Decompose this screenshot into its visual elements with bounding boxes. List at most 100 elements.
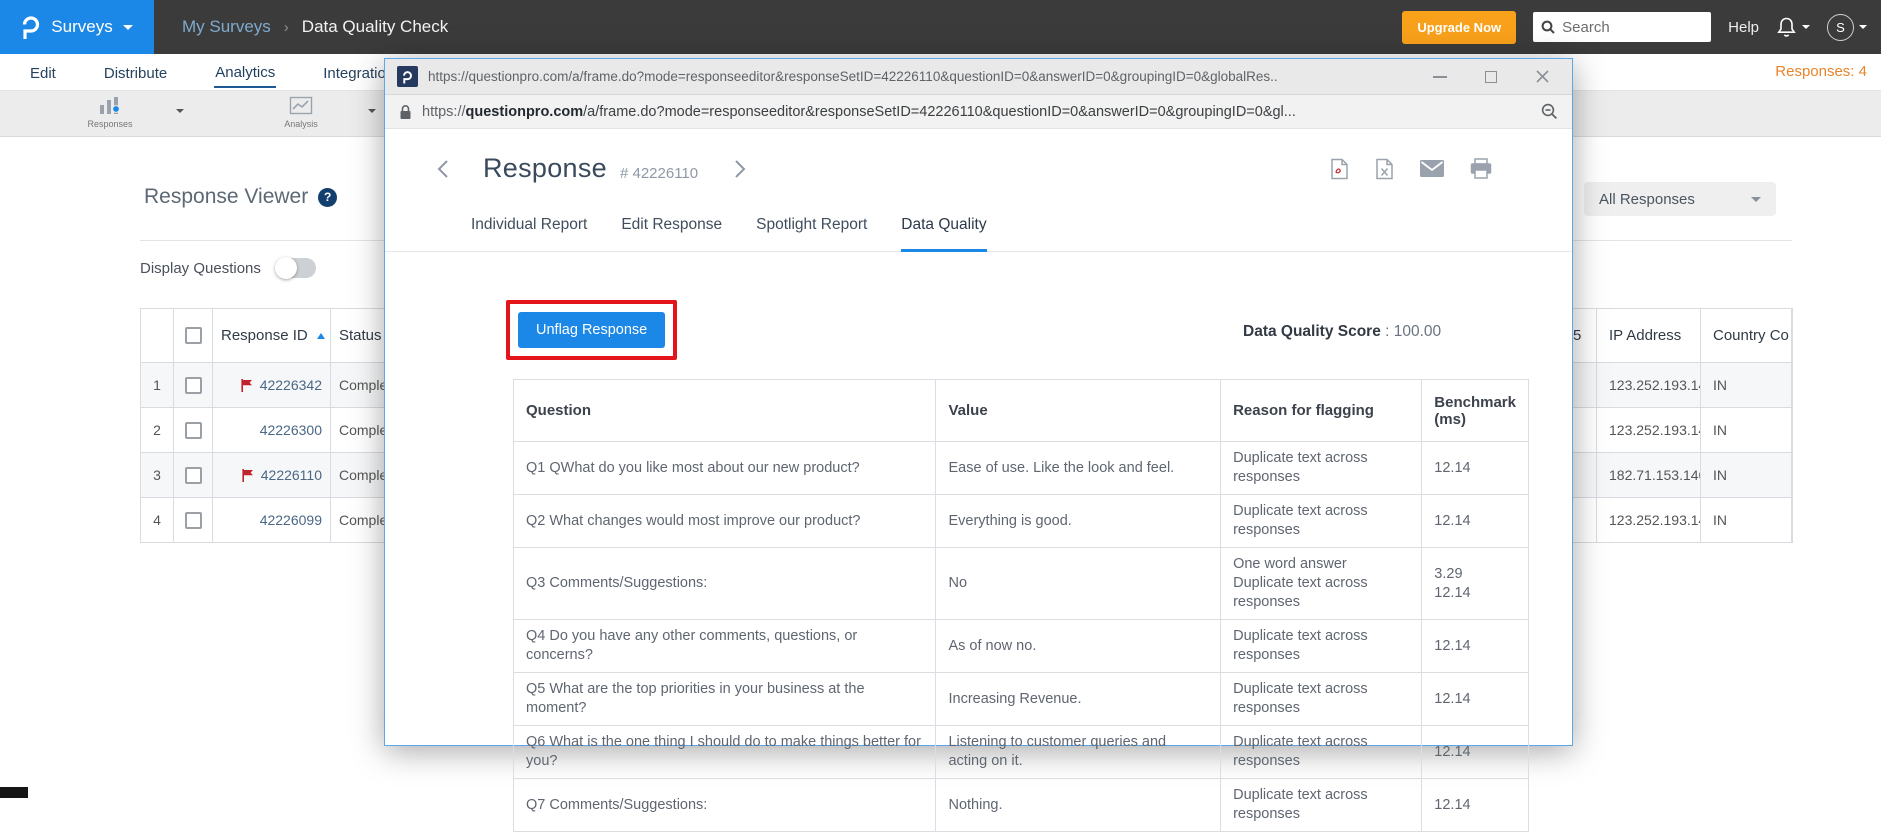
global-search[interactable] bbox=[1533, 12, 1712, 42]
responses-filter-dropdown[interactable]: All Responses bbox=[1584, 182, 1776, 216]
reason-cell: Duplicate text across responses bbox=[1220, 725, 1423, 779]
response-id-header[interactable]: Response ID bbox=[213, 309, 331, 363]
table-row[interactable]: 123.252.193.148 IN bbox=[1565, 498, 1792, 543]
response-id-link[interactable]: 42226099 bbox=[260, 512, 322, 528]
survey-tab[interactable]: Analytics bbox=[214, 56, 277, 88]
responses-table-right-body: 123.252.193.148 IN 123.252.193.148 IN 18… bbox=[1565, 363, 1792, 543]
search-input[interactable] bbox=[1562, 18, 1683, 36]
chevron-down-icon bbox=[122, 25, 133, 35]
table-row[interactable]: 123.252.193.148 IN bbox=[1565, 408, 1792, 453]
question-cell: Q4 Do you have any other comments, quest… bbox=[512, 619, 937, 673]
breadcrumb-current: Data Quality Check bbox=[301, 17, 449, 36]
benchmark-cell: 3.29 12.14 bbox=[1421, 547, 1529, 620]
breadcrumb-my-surveys[interactable]: My Surveys bbox=[182, 17, 271, 37]
select-all-checkbox[interactable] bbox=[184, 327, 202, 344]
response-nav: Response # 42226110 bbox=[433, 153, 1492, 184]
table-row[interactable]: 3 42226110 Comple bbox=[141, 453, 423, 498]
unflag-response-button[interactable]: Unflag Response bbox=[518, 312, 666, 348]
data-quality-score: Data Quality Score : 100.00 bbox=[1243, 323, 1441, 341]
row-checkbox[interactable] bbox=[184, 466, 202, 484]
chevron-down-icon[interactable] bbox=[176, 109, 184, 117]
export-excel-icon[interactable] bbox=[1375, 158, 1394, 180]
response-detail-tab[interactable]: Individual Report bbox=[471, 216, 587, 251]
value-cell: Listening to customer queries and acting… bbox=[935, 725, 1222, 779]
notifications-button[interactable] bbox=[1776, 16, 1810, 38]
ip-address-cell: 123.252.193.148 bbox=[1597, 408, 1701, 453]
responses-count: Responses: 4 bbox=[1775, 63, 1867, 80]
ip-address-header[interactable]: IP Address bbox=[1597, 309, 1701, 363]
table-row[interactable]: 123.252.193.148 IN bbox=[1565, 363, 1792, 408]
value-cell: No bbox=[935, 547, 1222, 620]
benchmark-cell: 12.14 bbox=[1421, 672, 1529, 726]
response-id-cell: 42226342 bbox=[213, 363, 331, 408]
response-id-cell: 42226110 bbox=[213, 453, 331, 498]
row-checkbox[interactable] bbox=[184, 376, 202, 394]
row-number: 4 bbox=[141, 498, 174, 543]
response-detail-tab[interactable]: Data Quality bbox=[901, 216, 987, 252]
data-quality-table: Question Value Reason for flagging Bench… bbox=[512, 379, 1529, 832]
display-questions-toggle[interactable] bbox=[274, 257, 316, 279]
zoom-out-icon[interactable] bbox=[1541, 103, 1558, 120]
chevron-down-icon bbox=[1751, 196, 1761, 207]
chevron-down-icon[interactable] bbox=[368, 109, 376, 117]
response-id-label: # 42226110 bbox=[619, 164, 699, 182]
quality-table-row: Q1 QWhat do you like most about our new … bbox=[512, 441, 1529, 495]
responses-chart-icon bbox=[98, 96, 122, 116]
response-title: Response bbox=[483, 153, 607, 183]
table-row[interactable]: 4 42226099 Comple bbox=[141, 498, 423, 543]
question-cell: Q1 QWhat do you like most about our new … bbox=[512, 441, 937, 495]
breadcrumb-separator-icon: › bbox=[283, 18, 289, 36]
export-pdf-icon[interactable] bbox=[1330, 158, 1349, 180]
value-header: Value bbox=[935, 379, 1222, 442]
annotation-highlight-box: Unflag Response bbox=[506, 300, 678, 360]
response-detail-tab[interactable]: Spotlight Report bbox=[756, 216, 867, 251]
account-menu[interactable]: S bbox=[1827, 13, 1867, 41]
row-checkbox[interactable] bbox=[184, 511, 202, 529]
country-code-cell: IN bbox=[1701, 408, 1792, 453]
questionpro-logo-icon bbox=[21, 14, 41, 40]
question-cell: Q3 Comments/Suggestions: bbox=[512, 547, 937, 620]
export-actions bbox=[1330, 158, 1492, 180]
next-response-button[interactable] bbox=[730, 155, 750, 183]
help-icon[interactable]: ? bbox=[318, 187, 338, 207]
response-id-link[interactable]: 42226110 bbox=[261, 467, 322, 483]
reason-cell: One word answer Duplicate text across res… bbox=[1220, 547, 1423, 620]
responses-tool-button[interactable]: Responses bbox=[55, 96, 165, 129]
page-title: Response Viewer ? bbox=[144, 185, 338, 209]
previous-response-button[interactable] bbox=[433, 155, 453, 183]
benchmark-cell: 12.14 bbox=[1421, 619, 1529, 673]
country-code-cell: IN bbox=[1701, 363, 1792, 408]
url-domain: questionpro.com bbox=[465, 103, 584, 120]
row-checkbox[interactable] bbox=[184, 421, 202, 439]
row-number: 2 bbox=[141, 408, 174, 453]
row-checkbox-cell bbox=[174, 498, 213, 543]
help-link[interactable]: Help bbox=[1728, 19, 1759, 36]
window-titlebar[interactable]: https://questionpro.com/a/frame.do?mode=… bbox=[385, 59, 1572, 95]
response-id-cell: 42226300 bbox=[213, 408, 331, 453]
country-code-header[interactable]: Country Co bbox=[1701, 309, 1792, 363]
surveys-menu[interactable]: Surveys bbox=[0, 0, 154, 54]
responses-table-right-header: 5 IP Address Country Co bbox=[1565, 309, 1792, 363]
survey-tab[interactable]: Edit bbox=[29, 57, 57, 87]
address-bar[interactable]: https://questionpro.com/a/frame.do?mode=… bbox=[385, 95, 1572, 129]
question-cell: Q7 Comments/Suggestions: bbox=[512, 778, 937, 832]
page-title-text: Response Viewer bbox=[144, 185, 309, 208]
email-icon[interactable] bbox=[1420, 160, 1444, 177]
maximize-button[interactable] bbox=[1483, 69, 1499, 85]
survey-tab[interactable]: Distribute bbox=[103, 57, 168, 87]
corner-widget bbox=[0, 787, 28, 798]
minimize-button[interactable] bbox=[1432, 69, 1448, 85]
response-detail-tab[interactable]: Edit Response bbox=[621, 216, 722, 251]
response-id-link[interactable]: 42226300 bbox=[260, 422, 322, 438]
response-id-link[interactable]: 42226342 bbox=[260, 377, 322, 393]
responses-filter-value: All Responses bbox=[1599, 190, 1695, 208]
response-editor-content: Response # 42226110 Individual Report Ed… bbox=[385, 129, 1572, 832]
response-detail-tabs: Individual Report Edit Response Spotligh… bbox=[385, 216, 1572, 252]
close-icon[interactable] bbox=[1534, 69, 1550, 85]
table-row[interactable]: 182.71.153.146 IN bbox=[1565, 453, 1792, 498]
table-row[interactable]: 2 42226300 Comple bbox=[141, 408, 423, 453]
print-icon[interactable] bbox=[1470, 158, 1492, 179]
analysis-tool-button[interactable]: Analysis bbox=[246, 96, 356, 129]
upgrade-now-button[interactable]: Upgrade Now bbox=[1402, 10, 1517, 44]
table-row[interactable]: 1 42226342 Comple bbox=[141, 363, 423, 408]
